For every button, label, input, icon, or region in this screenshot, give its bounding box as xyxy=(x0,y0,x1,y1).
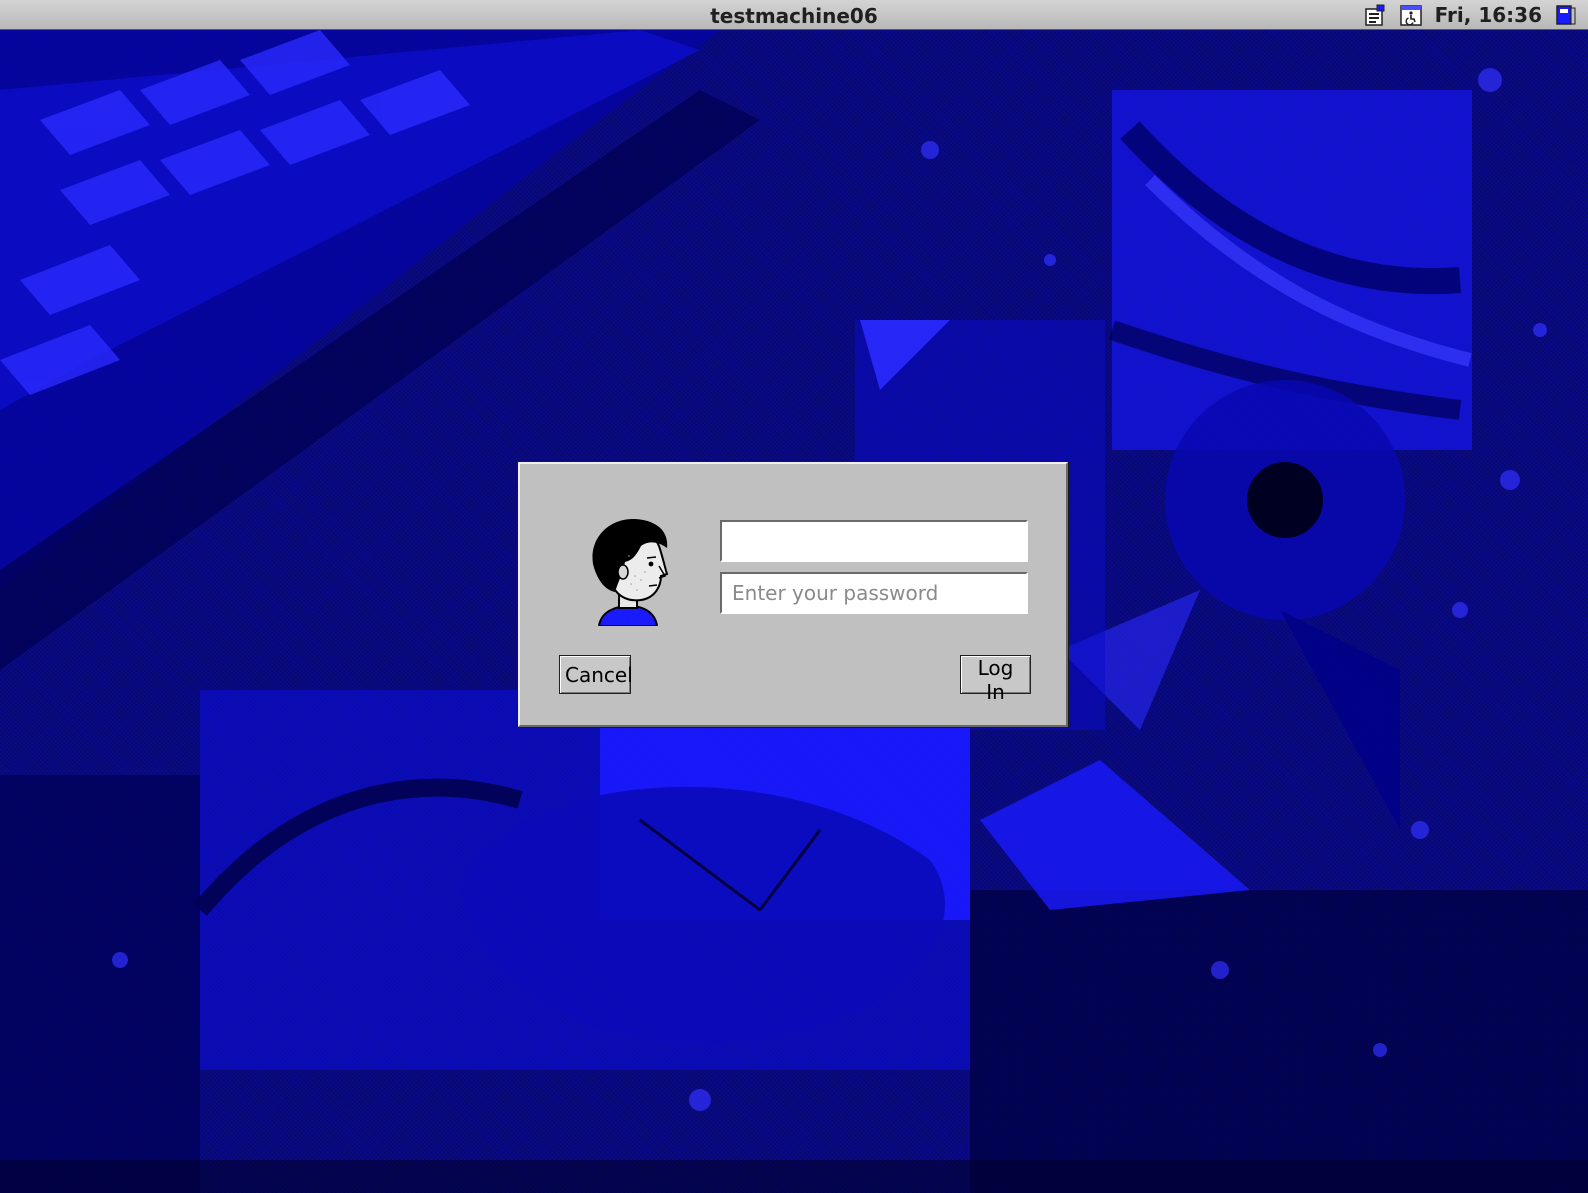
user-face-icon xyxy=(592,518,669,626)
hostname-title: testmachine06 xyxy=(710,4,878,28)
system-tray: Fri, 16:36 xyxy=(1363,3,1578,27)
cancel-button[interactable]: Cancel xyxy=(559,655,633,694)
session-menu-icon[interactable] xyxy=(1554,3,1578,27)
accessibility-icon[interactable] xyxy=(1399,3,1423,27)
login-screen: testmachine06 Fri, 16:36 Cancel Log In xyxy=(0,0,1588,1193)
login-dialog: Cancel Log In xyxy=(518,462,1068,727)
password-field[interactable] xyxy=(720,572,1028,614)
network-status-icon[interactable] xyxy=(1363,3,1387,27)
username-field[interactable] xyxy=(720,520,1028,562)
top-bar: testmachine06 Fri, 16:36 xyxy=(0,0,1588,30)
clock-label[interactable]: Fri, 16:36 xyxy=(1435,3,1542,27)
login-button[interactable]: Log In xyxy=(960,655,1031,704)
